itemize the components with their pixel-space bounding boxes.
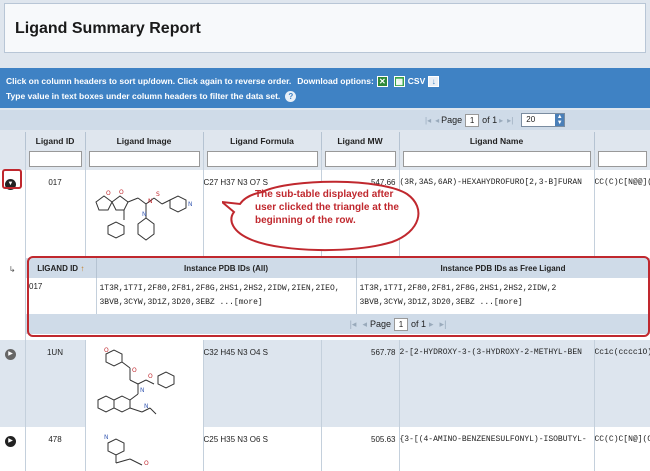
ligand-mw-cell: 567.78 (321, 340, 400, 427)
svg-text:O: O (132, 367, 137, 374)
expand-triangle-icon[interactable]: ▶ (5, 436, 16, 447)
subtable-indicator-icon: ↳ (8, 265, 16, 274)
first-page-icon[interactable]: |◂ (425, 116, 431, 125)
report-title-panel: Ligand Summary Report (4, 3, 646, 53)
svg-text:N: N (104, 434, 109, 441)
filter-input-smiles[interactable] (597, 151, 647, 167)
filter-row (0, 150, 650, 170)
ligand-image-cell: N O (85, 427, 204, 471)
page-label: Page (441, 115, 463, 125)
download-label: Download options: (297, 76, 374, 86)
svg-text:O: O (144, 460, 149, 467)
ligand-image-cell: OONS NN (85, 170, 204, 258)
next-page-icon[interactable]: ▸ (499, 116, 503, 125)
table-row: ▶ 1UN O O O N N C32 H45 N3 O4 S 567.78 2-[… (0, 340, 650, 427)
csv-download-icon[interactable]: ↓ (428, 76, 440, 87)
smiles-cell: Cc1c(cccc1O)( (594, 340, 650, 427)
pagination-bar: |◂ ◂ Page 1 of 1 ▸ ▸| 20 ▲ ▼ (0, 110, 650, 130)
expand-column-header (0, 132, 26, 150)
table-row: ▶ 478 N O C25 H35 N3 O6 S 505.63 {3-[(4-… (0, 427, 650, 471)
ligand-formula-cell: C32 H45 N3 O4 S (203, 340, 322, 427)
spreadsheet-icon[interactable]: ▦ (393, 76, 405, 87)
smiles-cell: CC(C)C[N@](C (594, 427, 650, 471)
spinner-icon[interactable]: ▲ ▼ (555, 114, 565, 126)
col-header-ligand-name[interactable]: Ligand Name (399, 132, 595, 150)
col-header-ligand-id[interactable]: Ligand ID (25, 132, 86, 150)
filter-input-ligand-formula[interactable] (206, 151, 318, 167)
page-of-label: of 1 (482, 115, 498, 125)
help-icon[interactable]: ? (285, 91, 297, 102)
prev-page-icon[interactable]: ◂ (435, 116, 439, 125)
last-page-icon[interactable]: ▸| (507, 116, 513, 125)
filter-input-ligand-image[interactable] (88, 151, 200, 167)
svg-text:N: N (142, 211, 147, 218)
triangle-highlight-box (2, 169, 22, 189)
subtable-highlight-box (27, 256, 650, 337)
svg-text:N: N (144, 403, 149, 410)
rows-per-page-value: 20 (526, 115, 536, 124)
filter-input-ligand-name[interactable] (402, 151, 591, 167)
ligand-id-cell: 478 (25, 427, 86, 471)
expand-triangle-icon[interactable]: ▶ (5, 349, 16, 360)
table-header-row: Ligand ID Ligand Image Ligand Formula Li… (0, 132, 650, 150)
filter-input-ligand-mw[interactable] (324, 151, 396, 167)
ligand-name-cell: (3R,3AS,6AR)-HEXAHYDROFURO[2,3-B]FURAN (399, 170, 595, 258)
filter-instruction: Type value in text boxes under column he… (6, 91, 281, 101)
ligand-formula-cell: C25 H35 N3 O6 S (203, 427, 322, 471)
col-header-ligand-image[interactable]: Ligand Image (85, 132, 204, 150)
callout-text: The sub-table displayed after user click… (255, 189, 399, 226)
ligand-id-cell: 017 (25, 170, 86, 258)
col-header-ligand-formula[interactable]: Ligand Formula (203, 132, 322, 150)
smiles-cell: CC(C)C[N@@]( (594, 170, 650, 258)
svg-text:O: O (104, 347, 109, 354)
svg-text:N: N (188, 201, 193, 208)
svg-text:O: O (119, 189, 124, 196)
svg-text:O: O (148, 373, 153, 380)
svg-text:N: N (140, 387, 145, 394)
page-number-input[interactable]: 1 (465, 113, 480, 127)
molecule-structure-017: O ONS NN (94, 189, 193, 241)
col-header-ligand-mw[interactable]: Ligand MW (321, 132, 400, 150)
excel-icon[interactable]: ✕ (376, 76, 388, 87)
ligand-mw-cell: 505.63 (321, 427, 400, 471)
ligand-id-cell: 1UN (25, 340, 86, 427)
ligand-image-cell: O O O N N (85, 340, 204, 427)
molecule-structure-478: N O (104, 434, 149, 467)
ligand-name-cell: 2-[2-HYDROXY-3-(3-HYDROXY-2-METHYL-BEN (399, 340, 595, 427)
page-title: Ligand Summary Report (15, 20, 201, 37)
rows-per-page-select[interactable]: 20 ▲ ▼ (521, 113, 566, 127)
filter-input-ligand-id[interactable] (28, 151, 82, 167)
filter-cell-empty (0, 150, 26, 170)
csv-label[interactable]: CSV (408, 74, 425, 89)
sort-instruction: Click on column headers to sort up/down.… (6, 76, 292, 86)
svg-text:O: O (106, 190, 111, 197)
svg-text:S: S (156, 191, 160, 198)
ligand-name-cell: {3-[(4-AMINO-BENZENESULFONYL)-ISOBUTYL- (399, 427, 595, 471)
col-header-smiles[interactable] (594, 132, 650, 150)
molecule-structure-1un: O O O N N (97, 347, 174, 415)
instructions-bar: Click on column headers to sort up/down.… (0, 68, 650, 108)
svg-text:N: N (148, 198, 153, 205)
